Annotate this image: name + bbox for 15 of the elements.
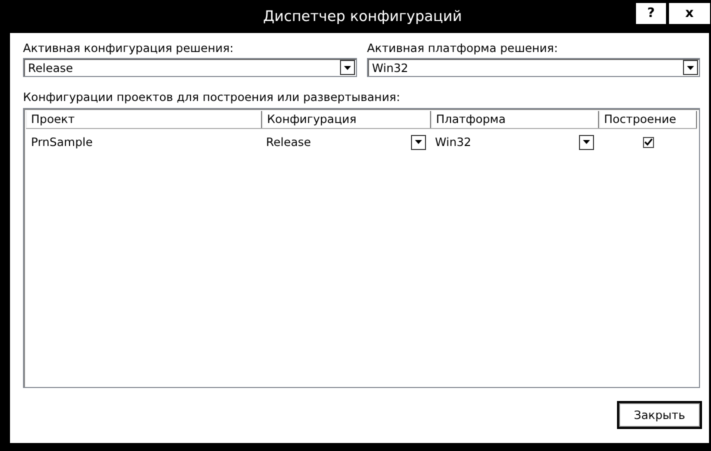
- window-title: Диспетчер конфигураций: [263, 8, 462, 24]
- table-cell-text: PrnSample: [30, 135, 94, 149]
- field-label: Активная платформа решения:: [367, 41, 559, 57]
- close-dialog-button[interactable]: Закрыть: [617, 401, 702, 429]
- section-label: Конфигурации проектов для построения или развертывания:: [23, 90, 402, 106]
- help-button[interactable]: ?: [636, 3, 666, 24]
- column-header[interactable]: Построение: [599, 111, 697, 128]
- field-label: Активная конфигурация решения:: [23, 41, 235, 57]
- configuration-dropdown[interactable]: Release: [23, 58, 357, 77]
- close-button[interactable]: x: [669, 3, 710, 24]
- build-checkbox[interactable]: [642, 136, 654, 148]
- column-header[interactable]: Проект: [26, 111, 262, 128]
- platform-dropdown[interactable]: Win32: [367, 58, 700, 77]
- column-header[interactable]: Конфигурация: [262, 111, 431, 128]
- column-header[interactable]: Платформа: [431, 111, 599, 128]
